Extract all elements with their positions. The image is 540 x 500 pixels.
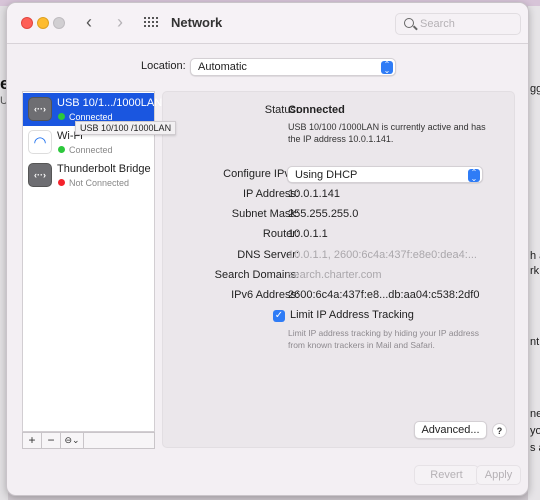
search-icon <box>404 18 414 28</box>
configure-ipv4-value: Using DHCP <box>295 169 358 181</box>
status-dot-connected <box>58 113 65 120</box>
service-list: ‹··› USB 10/1.../1000LAN Connected ◠ Wi-… <box>22 91 162 432</box>
background-text-fragment: ne <box>530 408 540 420</box>
chevron-right-icon: › <box>117 12 123 32</box>
background-text-fragment: rk <box>530 265 540 277</box>
window-title: Network <box>171 15 223 30</box>
status-value: Connected <box>288 104 345 116</box>
background-text-fragment: h a <box>530 250 540 262</box>
add-service-button[interactable]: + <box>23 433 42 448</box>
limit-ip-tracking-checkbox[interactable]: ✓ <box>273 310 285 322</box>
titlebar: ‹ › Network <box>7 3 528 44</box>
service-list-toolbar: + − ⊖⌄ <box>22 432 155 449</box>
service-item-thunderbolt-bridge[interactable]: ‹··› Thunderbolt Bridge Not Connected <box>23 159 154 192</box>
advanced-button[interactable]: Advanced... <box>414 421 487 439</box>
router-value: 10.0.1.1 <box>288 228 328 240</box>
search-field[interactable] <box>395 13 521 35</box>
revert-button[interactable]: Revert <box>414 465 479 485</box>
location-popup[interactable]: Automatic ⌃ ⌄ <box>190 58 396 76</box>
chevron-left-icon: ‹ <box>86 12 92 32</box>
subnet-mask-value: 255.255.255.0 <box>288 208 359 220</box>
minimize-button[interactable] <box>37 17 49 29</box>
location-label: Location: <box>141 60 186 72</box>
action-menu-button[interactable]: ⊖⌄ <box>61 433 84 448</box>
close-button[interactable] <box>21 17 33 29</box>
remove-service-button[interactable]: − <box>42 433 61 448</box>
background-text-fragment: nt <box>530 336 540 348</box>
ipv6-address-value: 2600:6c4a:437f:e8...db:aa04:c538:2df0 <box>288 289 480 301</box>
back-button[interactable]: ‹ <box>86 13 92 31</box>
limit-ip-tracking-help: Limit IP address tracking by hiding your… <box>288 328 480 350</box>
wifi-icon: ◠ <box>28 130 52 154</box>
limit-ip-tracking-label[interactable]: Limit IP Address Tracking <box>290 309 414 321</box>
show-all-grid-icon[interactable] <box>144 17 160 29</box>
background-text-fragment: yo <box>530 425 540 437</box>
dns-server-value: 10.0.1.1, 2600:6c4a:437f:e8e0:dea4:... <box>288 249 477 261</box>
checkmark-icon: ✓ <box>274 310 284 321</box>
status-description: USB 10/100 /1000LAN is currently active … <box>288 122 486 144</box>
service-name: Thunderbolt Bridge <box>57 163 151 175</box>
background-text-fragment: s a <box>530 442 540 454</box>
network-preferences-window: ‹ › Network Location: Automatic ⌃⌄ ‹··› … <box>6 2 529 496</box>
background-text-fragment: gg <box>530 83 540 95</box>
service-name: USB 10/1.../1000LAN <box>57 97 163 109</box>
search-domains-value: search.charter.com <box>288 269 382 281</box>
location-value: Automatic <box>198 61 247 73</box>
up-down-chevron-icon: ⌃ ⌄ <box>468 169 480 183</box>
tooltip: USB 10/100 /1000LAN <box>75 121 177 135</box>
ethernet-icon: ‹··› <box>28 97 52 121</box>
service-status: Connected <box>69 145 113 155</box>
configure-ipv4-popup[interactable]: Using DHCP ⌃ ⌄ <box>287 166 483 183</box>
search-domains-label: Search Domains: <box>214 269 299 281</box>
status-dot-connected <box>58 146 65 153</box>
ethernet-icon: ‹··› <box>28 163 52 187</box>
service-status: Not Connected <box>69 178 130 188</box>
search-input[interactable] <box>420 16 516 32</box>
zoom-button[interactable] <box>53 17 65 29</box>
up-down-chevron-icon: ⌃ ⌄ <box>381 61 393 75</box>
apply-button[interactable]: Apply <box>476 465 521 485</box>
forward-button[interactable]: › <box>117 13 123 31</box>
ip-address-value: 10.0.1.141 <box>288 188 340 200</box>
help-button[interactable]: ? <box>492 423 507 438</box>
status-dot-not-connected <box>58 179 65 186</box>
